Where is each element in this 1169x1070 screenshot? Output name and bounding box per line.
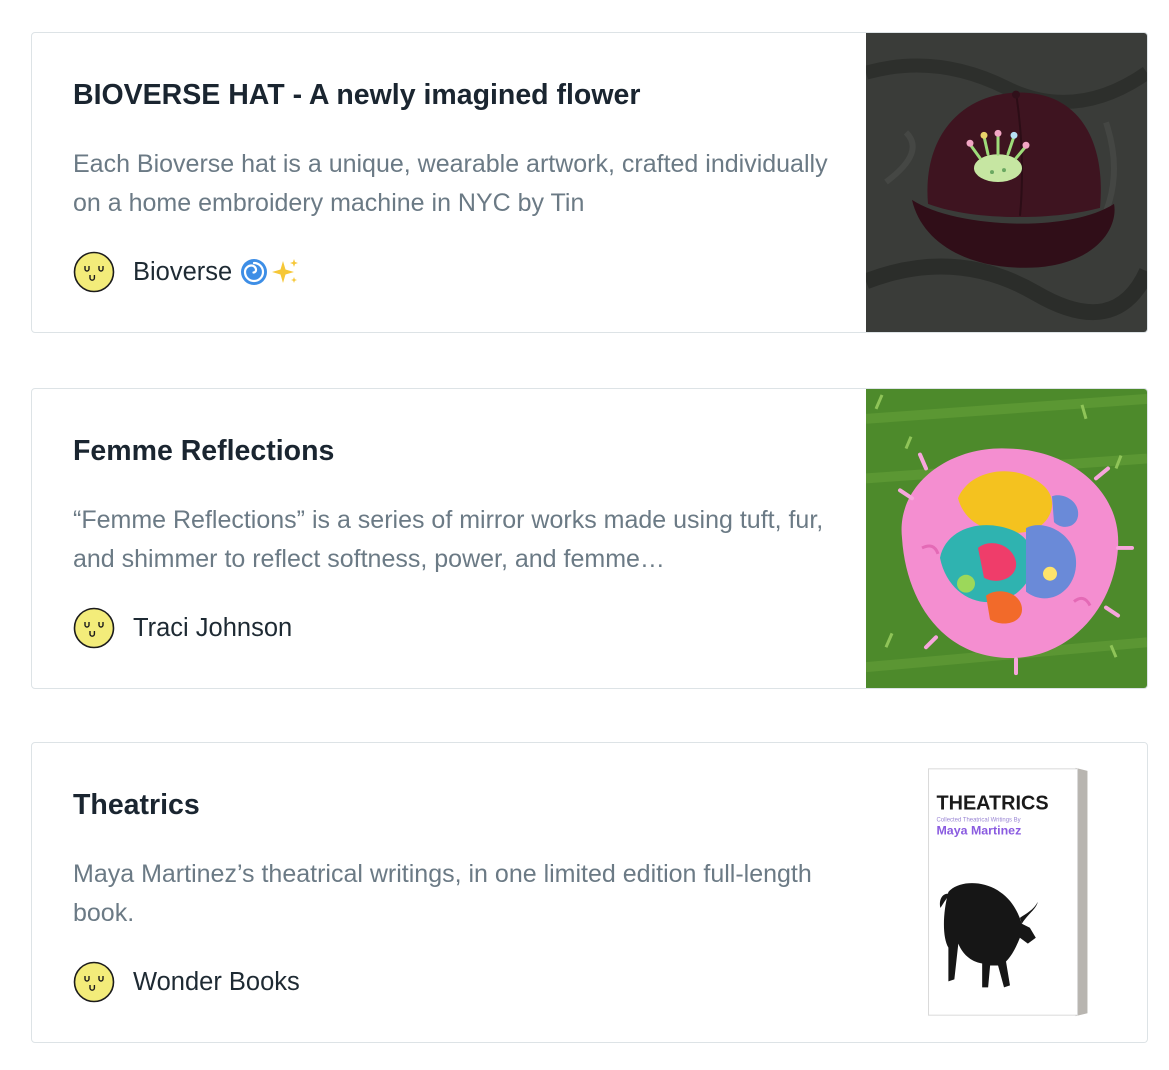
project-card[interactable]: BIOVERSE HAT - A newly imagined flower E… — [31, 32, 1148, 333]
author-name: Bioverse — [133, 257, 233, 286]
mirror-thumbnail[interactable] — [866, 389, 1147, 688]
book-thumbnail[interactable]: THEATRICS Collected Theatrical Writings … — [866, 743, 1147, 1042]
pink-fur-mirror-photo — [866, 389, 1147, 688]
project-card[interactable]: Theatrics Maya Martinez’s theatrical wri… — [31, 742, 1148, 1043]
burgundy-cap-photo — [866, 33, 1147, 332]
sparkles-icon — [272, 259, 299, 283]
book-cover: THEATRICS Collected Theatrical Writings … — [866, 743, 1147, 1042]
author-name: Wonder Books — [133, 967, 300, 996]
cyclone-icon — [241, 259, 268, 285]
book-author: Maya Martinez — [936, 823, 1021, 837]
card-title[interactable]: Femme Reflections — [73, 435, 334, 468]
smiley-avatar-icon — [73, 607, 115, 649]
author-emoji — [240, 257, 300, 287]
card-author[interactable]: Bioverse — [73, 251, 300, 293]
card-title[interactable]: Theatrics — [73, 789, 200, 822]
book-title: THEATRICS — [936, 793, 1048, 815]
project-list: BIOVERSE HAT - A newly imagined flower E… — [0, 0, 1169, 1070]
smiley-avatar-icon — [73, 961, 115, 1003]
card-description: “Femme Reflections” is a series of mirro… — [73, 506, 824, 573]
cap-thumbnail[interactable] — [866, 33, 1147, 332]
smiley-avatar-icon — [73, 251, 115, 293]
card-author[interactable]: Traci Johnson — [73, 607, 292, 649]
card-description: Each Bioverse hat is a unique, wearable … — [73, 150, 828, 217]
card-author[interactable]: Wonder Books — [73, 961, 300, 1003]
author-name: Traci Johnson — [133, 613, 293, 642]
project-card[interactable]: Femme Reflections “Femme Reflections” is… — [31, 388, 1148, 689]
card-description: Maya Martinez’s theatrical writings, in … — [73, 860, 812, 927]
card-title[interactable]: BIOVERSE HAT - A newly imagined flower — [73, 79, 640, 112]
